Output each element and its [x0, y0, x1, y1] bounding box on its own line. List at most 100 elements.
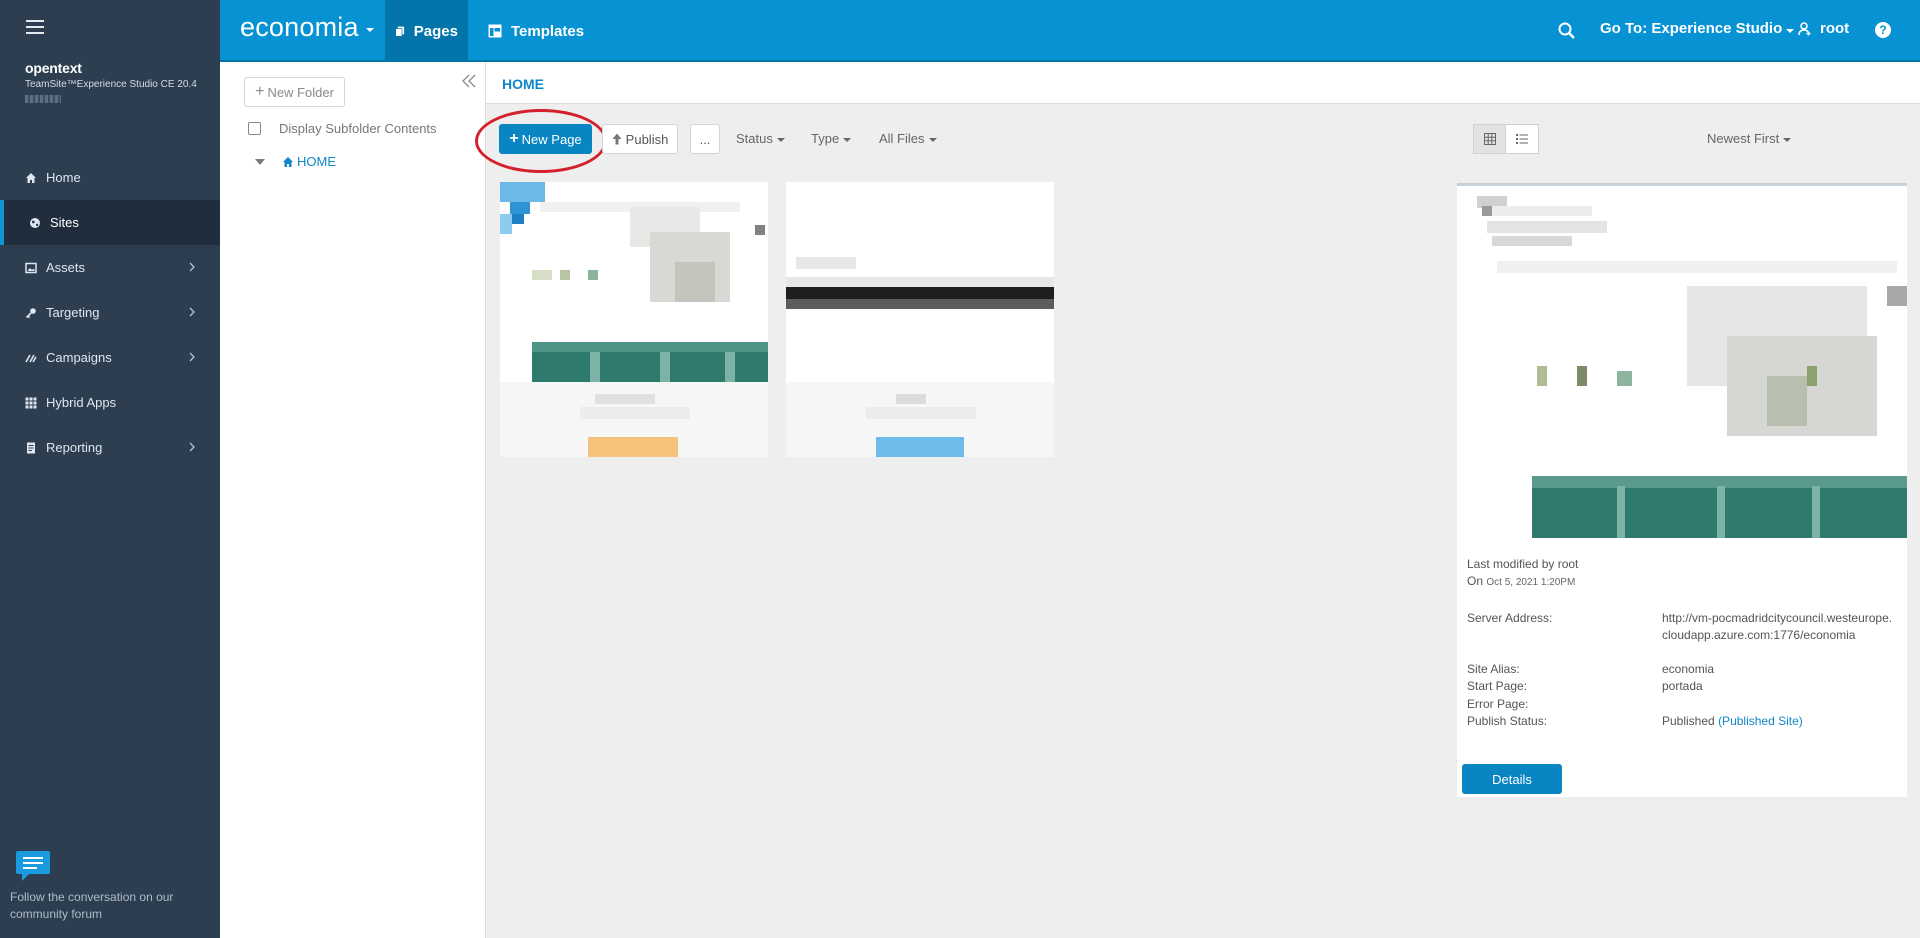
pages-icon — [395, 26, 405, 37]
collapse-panel-icon[interactable] — [460, 72, 478, 90]
sidebar-item-label: Home — [46, 170, 81, 185]
type-filter-dropdown[interactable]: Type — [811, 131, 852, 146]
published-site-link[interactable]: (Published Site) — [1718, 714, 1803, 728]
goto-menu[interactable]: Go To: Experience Studio — [1600, 20, 1795, 37]
list-view-icon — [1516, 134, 1528, 144]
field-label: Server Address: — [1467, 611, 1553, 625]
campaign-icon — [25, 352, 37, 364]
plus-icon: + — [255, 83, 265, 100]
templates-icon — [488, 24, 502, 38]
sort-dropdown[interactable]: Newest First — [1707, 131, 1792, 146]
forum-text: Follow the conversation on our community… — [10, 890, 174, 921]
tree-item-home[interactable]: HOME — [282, 154, 336, 169]
folder-tree-root: HOME — [255, 154, 336, 169]
field-value: economia — [1662, 662, 1715, 676]
publish-label: Publish — [625, 131, 669, 147]
subfolder-checkbox[interactable] — [248, 122, 261, 135]
thumbnail-preview — [786, 182, 1054, 382]
subfolder-label: Display Subfolder Contents — [279, 121, 437, 136]
field-label: Publish Status: — [1467, 714, 1548, 728]
plus-icon: + — [509, 130, 519, 147]
sidebar-item-label: Assets — [46, 260, 86, 275]
error-page-row: Error Page: — [1467, 696, 1897, 713]
user-menu[interactable]: root — [1798, 20, 1849, 37]
grid-icon — [25, 397, 37, 409]
tab-pages[interactable]: Pages — [385, 0, 468, 62]
all-files-dropdown[interactable]: All Files — [879, 131, 937, 146]
list-view-button[interactable] — [1506, 124, 1539, 154]
sidebar-item-assets[interactable]: Assets — [0, 245, 220, 290]
goto-label: Go To: Experience Studio — [1600, 20, 1783, 37]
brand-logo: opentext TeamSite™Experience Studio CE 2… — [25, 60, 197, 103]
page-thumbnail[interactable] — [786, 182, 1054, 457]
start-page-row: Start Page: portada — [1467, 678, 1897, 695]
chat-bubble-icon — [16, 851, 50, 881]
help-icon[interactable]: ? — [1875, 22, 1891, 38]
details-button[interactable]: Details — [1462, 764, 1562, 794]
field-label: Site Alias: — [1467, 662, 1520, 676]
user-icon — [1798, 21, 1811, 35]
new-folder-button[interactable]: + New Folder — [244, 77, 345, 107]
view-toggle — [1473, 124, 1539, 154]
chevron-right-icon — [189, 262, 195, 272]
page-metadata: Last modified by root On Oct 5, 2021 1:2… — [1467, 556, 1897, 728]
sidebar-item-label: Reporting — [46, 440, 103, 455]
image-icon — [25, 262, 37, 274]
sidebar-item-home[interactable]: Home — [0, 155, 220, 200]
breadcrumb-home[interactable]: HOME — [502, 76, 544, 92]
modified-date: Oct 5, 2021 1:20PM — [1486, 577, 1576, 588]
new-page-button[interactable]: + New Page — [499, 124, 592, 154]
tab-label: Pages — [413, 22, 458, 40]
server-address-row: Server Address: http://vm-pocmadridcityc… — [1467, 610, 1897, 661]
field-label: Start Page: — [1467, 679, 1528, 693]
status-filter-dropdown[interactable]: Status — [736, 131, 785, 146]
home-icon — [283, 156, 293, 167]
upload-arrow-icon — [612, 133, 622, 145]
community-forum-link[interactable]: Follow the conversation on our community… — [10, 850, 210, 923]
sidebar-item-campaigns[interactable]: Campaigns — [0, 335, 220, 380]
field-value: portada — [1662, 679, 1703, 693]
publish-status-row: Publish Status: Published (Published Sit… — [1467, 713, 1897, 730]
field-value: Published (Published Site) — [1662, 714, 1803, 728]
sidebar-item-label: Hybrid Apps — [46, 395, 117, 410]
last-modified-by: Last modified by root — [1467, 557, 1579, 571]
new-page-label: New Page — [521, 131, 582, 147]
page-thumbnail[interactable] — [500, 182, 768, 457]
more-actions-button[interactable]: ... — [690, 124, 720, 154]
chevron-right-icon — [189, 352, 195, 362]
new-folder-label: New Folder — [267, 84, 334, 100]
search-icon[interactable] — [1557, 21, 1577, 41]
caret-down-icon — [776, 137, 785, 142]
status-filter-label: Status — [736, 131, 773, 146]
hamburger-menu-icon[interactable] — [26, 20, 44, 34]
tab-label: Templates — [511, 22, 585, 40]
sidebar-item-targeting[interactable]: Targeting — [0, 290, 220, 335]
display-subfolder-toggle: Display Subfolder Contents — [248, 121, 437, 136]
sidebar-item-label: Targeting — [46, 305, 100, 320]
breadcrumb: HOME — [486, 62, 1920, 104]
user-name: root — [1820, 20, 1850, 37]
globe-icon — [29, 217, 41, 229]
sidebar-item-reporting[interactable]: Reporting — [0, 425, 220, 470]
sidebar-item-sites[interactable]: Sites — [0, 200, 220, 245]
thumbnail-preview — [500, 182, 768, 382]
site-name: economia — [240, 12, 359, 42]
publish-button[interactable]: Publish — [602, 124, 678, 154]
caret-down-icon — [1783, 137, 1792, 142]
brand-mark — [25, 95, 61, 103]
site-switcher[interactable]: economia — [240, 12, 374, 43]
grid-view-button[interactable] — [1473, 124, 1506, 154]
sidebar-item-label: Campaigns — [46, 350, 112, 365]
all-files-label: All Files — [879, 131, 925, 146]
expand-toggle-icon[interactable] — [255, 158, 265, 165]
brand-name: opentext — [25, 60, 82, 76]
tab-templates[interactable]: Templates — [478, 0, 594, 62]
field-label: Error Page: — [1467, 697, 1529, 711]
sidebar-item-label: Sites — [50, 215, 79, 230]
left-navigation: opentext TeamSite™Experience Studio CE 2… — [0, 0, 220, 938]
chevron-right-icon — [189, 307, 195, 317]
sidebar-item-hybrid-apps[interactable]: Hybrid Apps — [0, 380, 220, 425]
type-filter-label: Type — [811, 131, 840, 146]
sidebar-menu: Home Sites Assets Targeting Campaigns Hy… — [0, 155, 220, 470]
page-preview-image — [1457, 186, 1907, 538]
